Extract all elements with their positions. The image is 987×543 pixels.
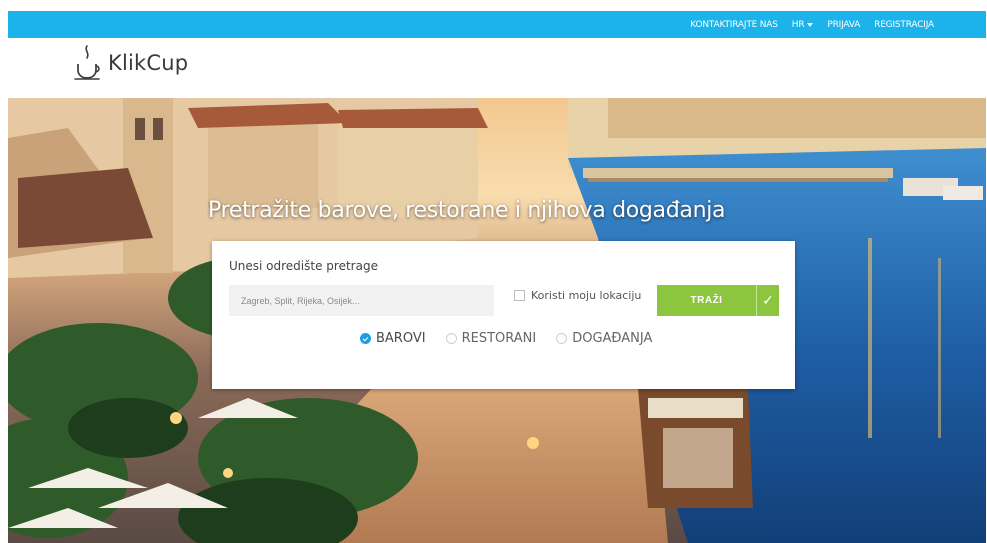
brand-name: KlikCup xyxy=(108,51,189,75)
register-link[interactable]: REGISTRACIJA xyxy=(874,20,934,30)
radio-unchecked-icon[interactable] xyxy=(445,333,457,344)
category-bars-option[interactable]: BAROVI xyxy=(360,331,426,346)
logo[interactable]: KlikCup xyxy=(74,44,188,82)
header: KlikCup xyxy=(8,38,986,98)
search-button-label: TRAŽI xyxy=(690,295,723,306)
use-location-label: Koristi moju lokaciju xyxy=(531,289,642,302)
language-label: HR xyxy=(791,19,805,30)
login-link[interactable]: PRIJAVA xyxy=(827,20,860,30)
category-bars-label: BAROVI xyxy=(376,331,426,346)
top-bar: KONTAKTIRAJTE NAS HR PRIJAVA REGISTRACIJ… xyxy=(8,11,986,38)
radio-checked-icon[interactable] xyxy=(360,333,371,344)
language-dropdown[interactable]: HR xyxy=(792,20,814,30)
coffee-cup-icon xyxy=(74,45,100,80)
caret-down-icon xyxy=(807,22,814,27)
hero-title: Pretražite barove, restorane i njihova d… xyxy=(208,198,726,223)
search-label: Unesi odredište pretrage xyxy=(229,259,378,273)
search-button[interactable]: TRAŽI ✓ xyxy=(657,285,779,316)
radio-unchecked-icon[interactable] xyxy=(556,333,568,344)
category-events-option[interactable]: DOGAĐANJA xyxy=(556,331,652,346)
use-location-checkbox[interactable]: Koristi moju lokaciju xyxy=(514,289,641,302)
category-events-label: DOGAĐANJA xyxy=(572,331,653,346)
search-panel: Unesi odredište pretrage Koristi moju lo… xyxy=(212,241,795,389)
contact-link[interactable]: KONTAKTIRAJTE NAS xyxy=(690,20,778,30)
category-restaurants-option[interactable]: RESTORANI xyxy=(445,331,537,346)
checkmark-icon: ✓ xyxy=(756,285,779,316)
category-radio-group: BAROVI RESTORANI DOGAĐANJA xyxy=(360,331,652,346)
top-nav: KONTAKTIRAJTE NAS HR PRIJAVA REGISTRACIJ… xyxy=(690,11,934,38)
destination-search-input[interactable] xyxy=(229,285,494,316)
checkbox-box[interactable] xyxy=(514,290,525,301)
category-restaurants-label: RESTORANI xyxy=(461,331,537,346)
